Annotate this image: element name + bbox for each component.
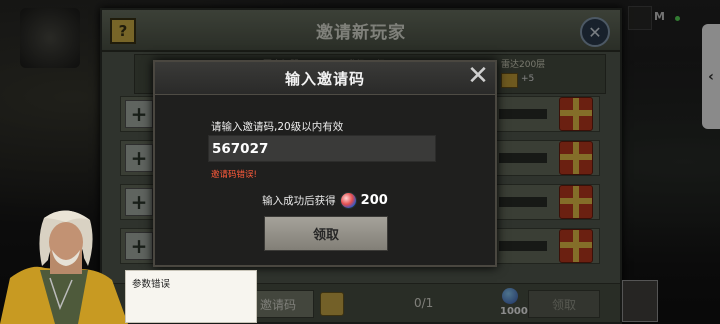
diamond-icon <box>339 192 357 209</box>
toast-message: 参数错误 <box>132 279 171 290</box>
menu-shortcut-icon[interactable] <box>622 280 658 322</box>
reward-amount: 200 <box>360 193 388 208</box>
claim-button[interactable]: 领取 <box>264 216 388 251</box>
dialog-close-button[interactable]: ✕ <box>466 63 490 89</box>
invite-code-input[interactable]: 567027 <box>208 135 436 162</box>
error-toast: 参数错误 <box>125 270 257 323</box>
dialog-header: 输入邀请码 ✕ <box>155 62 495 95</box>
advisor-character-portrait <box>0 210 128 324</box>
reward-row: 输入成功后获得 200 <box>155 192 495 209</box>
invite-code-dialog: 输入邀请码 ✕ 请输入邀请码,20级以内有效 567027 邀请码错误! 输入成… <box>153 60 497 267</box>
invite-code-prompt: 请输入邀请码,20级以内有效 <box>211 121 344 133</box>
error-message: 邀请码错误! <box>211 170 257 180</box>
dialog-title: 输入邀请码 <box>284 69 365 88</box>
reward-label: 输入成功后获得 <box>262 195 336 207</box>
